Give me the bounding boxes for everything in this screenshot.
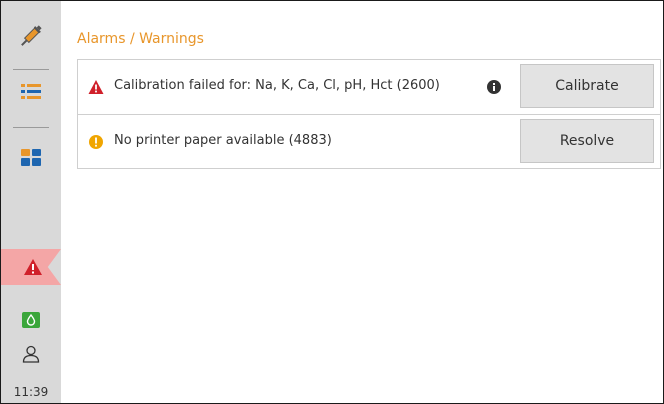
alarm-list: Calibration failed for: Na, K, Ca, Cl, p… xyxy=(77,59,661,169)
page-title: Alarms / Warnings xyxy=(77,31,204,47)
alarm-row: Calibration failed for: Na, K, Ca, Cl, p… xyxy=(78,60,660,115)
cartridge-status-button[interactable] xyxy=(1,308,61,332)
warning-triangle-icon xyxy=(88,80,104,94)
alarm-message: No printer paper available (4883) xyxy=(114,133,332,148)
alarm-message: Calibration failed for: Na, K, Ca, Cl, p… xyxy=(114,78,440,93)
clock: 11:39 xyxy=(13,385,49,399)
alarm-tab[interactable] xyxy=(1,249,61,285)
list-icon xyxy=(21,84,41,99)
dashboard-button[interactable] xyxy=(1,142,61,172)
syringe-button[interactable] xyxy=(1,15,61,57)
warning-circle-icon xyxy=(89,135,103,149)
info-icon[interactable] xyxy=(487,80,501,94)
calibrate-button[interactable]: Calibrate xyxy=(520,64,654,108)
sidebar-separator xyxy=(13,69,49,70)
list-view-button[interactable] xyxy=(1,77,61,107)
alarm-row: No printer paper available (4883) Resolv… xyxy=(78,115,660,169)
dashboard-icon xyxy=(21,148,41,166)
sidebar: 11:39 xyxy=(1,1,61,403)
app-window: 11:39 Alarms / Warnings Calibration fail… xyxy=(0,0,664,404)
sidebar-separator xyxy=(13,127,49,128)
main-content: Alarms / Warnings Calibration failed for… xyxy=(61,1,663,403)
alarm-warning-icon xyxy=(24,259,42,275)
syringe-icon xyxy=(21,25,42,46)
user-icon xyxy=(22,345,40,363)
user-button[interactable] xyxy=(1,341,61,367)
resolve-button[interactable]: Resolve xyxy=(520,119,654,163)
cartridge-icon xyxy=(22,312,40,328)
